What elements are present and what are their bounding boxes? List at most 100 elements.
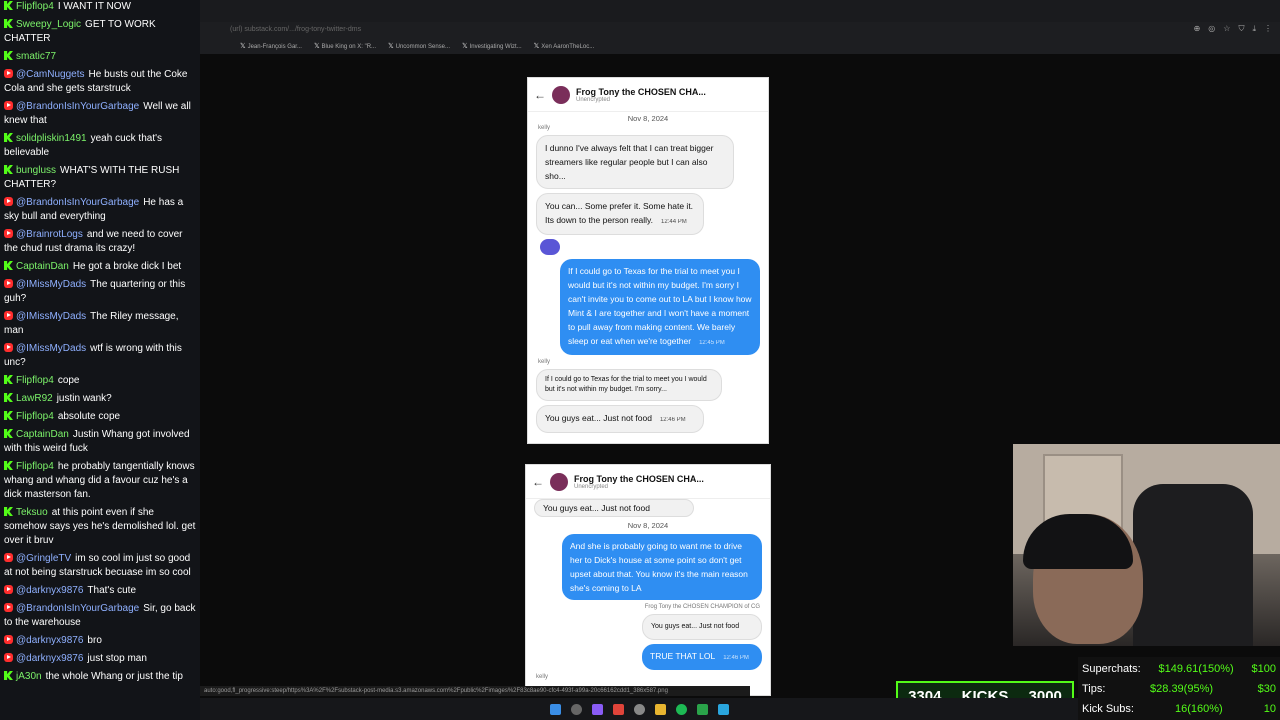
browser-status-url: auto:good,fl_progressive:steep/https%3A%… [200, 686, 750, 696]
message-time: 12:45 PM [699, 340, 725, 346]
browser-tab-bar[interactable] [200, 0, 1280, 22]
chat-username[interactable]: @BrandonIsInYourGarbage [16, 101, 139, 112]
chat-message: @CamNuggets He busts out the Coke Cola an… [4, 68, 196, 96]
dm-sender: kelly [538, 125, 551, 131]
chat-username[interactable]: CaptainDan [16, 429, 69, 440]
chat-message: @darknyx9876 That's cute [4, 584, 196, 598]
message-bubble: I dunno I've always felt that I can trea… [536, 135, 734, 189]
chat-message: jA30n the whole Whang or just the tip [4, 670, 196, 684]
app-icon[interactable] [591, 703, 603, 715]
youtube-icon [4, 101, 13, 110]
chat-text: justin wank? [56, 393, 112, 404]
superchats-label: Superchats: [1082, 663, 1141, 675]
chat-username[interactable]: @CamNuggets [16, 69, 85, 80]
chat-message: @BrandonIsInYourGarbage He has a sky bull… [4, 196, 196, 224]
spotify-icon[interactable] [675, 703, 687, 715]
back-arrow-icon[interactable]: ← [532, 475, 550, 489]
bookmark-item[interactable]: Jean-François Gar... [240, 42, 302, 50]
chat-username[interactable]: @darknyx9876 [16, 653, 83, 664]
bookmark-item[interactable]: Blue King on X: "R... [314, 42, 377, 50]
tips-goal: $30 [1257, 683, 1276, 695]
windows-start-icon[interactable] [549, 703, 561, 715]
chat-username[interactable]: @BrandonIsInYourGarbage [16, 603, 139, 614]
kick-icon [4, 51, 13, 60]
folder-icon[interactable] [654, 703, 666, 715]
dm-contact-name: Frog Tony the CHOSEN CHA... [574, 473, 704, 484]
telegram-icon[interactable] [717, 703, 729, 715]
chat-message: bungluss WHAT'S WITH THE RUSH CHATTER? [4, 164, 196, 192]
chat-username[interactable]: bungluss [16, 165, 56, 176]
dm-header: ← Frog Tony the CHOSEN CHA... Unencrypte… [526, 465, 770, 499]
tips-value: $28.39(95%) [1150, 683, 1214, 695]
chat-text: bro [87, 635, 102, 646]
chat-username[interactable]: @darknyx9876 [16, 585, 83, 596]
avatar [550, 472, 568, 491]
chat-username[interactable]: Flipflop4 [16, 375, 54, 386]
menu-icon[interactable]: ⋮ [1264, 24, 1272, 34]
dm-sender: kelly [536, 674, 549, 680]
xbox-icon[interactable] [696, 703, 708, 715]
message-bubble: You guys eat... Just not food 12:46 PM [536, 405, 704, 433]
zoom-icon[interactable]: ⊕ [1194, 24, 1201, 34]
kick-icon [4, 375, 13, 384]
chat-message: LawR92 justin wank? [4, 392, 196, 406]
chat-username[interactable]: CaptainDan [16, 261, 69, 272]
star-icon[interactable]: ☆ [1223, 24, 1230, 34]
chat-username[interactable]: Sweepy_Logic [16, 19, 81, 30]
message-text: If I could go to Texas for the trial to … [568, 266, 752, 346]
kick-icon [4, 133, 13, 142]
chat-username[interactable]: Flipflop4 [16, 411, 54, 422]
superchats-row: Superchats: $149.61(150%) $100 [1082, 659, 1276, 679]
extension-icon[interactable]: ◎ [1208, 24, 1215, 34]
kick-icon [4, 19, 13, 28]
youtube-icon [4, 311, 13, 320]
reply-quote: You guys eat... Just not food [642, 614, 762, 640]
message-bubble: And she is probably going to want me to … [562, 534, 762, 600]
message-text: TRUE THAT LOL [650, 651, 716, 661]
bookmark-item[interactable]: Xen AaronTheLoc... [534, 42, 594, 50]
cam-chair [1133, 484, 1253, 646]
chat-username[interactable]: @BrainrotLogs [16, 229, 83, 240]
chat-username[interactable]: @BrandonIsInYourGarbage [16, 197, 139, 208]
webcam-feed [1013, 444, 1280, 646]
kick-icon [4, 1, 13, 10]
chat-message: Sweepy_Logic GET TO WORK CHATTER [4, 18, 196, 46]
chat-username[interactable]: Teksuo [16, 507, 48, 518]
chat-username[interactable]: jA30n [16, 671, 42, 682]
superchats-value: $149.61(150%) [1158, 663, 1234, 675]
download-icon[interactable]: ⤓ [1252, 24, 1256, 34]
chat-username[interactable]: Flipflop4 [16, 1, 54, 12]
chat-username[interactable]: @IMissMyDads [16, 311, 86, 322]
message-text: You guys eat... Just not food [545, 413, 652, 423]
chat-username[interactable]: LawR92 [16, 393, 53, 404]
kick-icon [4, 393, 13, 402]
chat-username[interactable]: Flipflop4 [16, 461, 54, 472]
chat-username[interactable]: @IMissMyDads [16, 279, 86, 290]
chat-username[interactable]: smatic77 [16, 51, 56, 62]
bookmarks-bar: Jean-François Gar... Blue King on X: "R.… [200, 38, 1280, 54]
bookmark-item[interactable]: Investigating Wizt... [462, 42, 522, 50]
browser-icon[interactable] [612, 703, 624, 715]
chat-text: absolute cope [57, 411, 121, 422]
search-icon[interactable] [570, 703, 582, 715]
back-arrow-icon[interactable]: ← [534, 88, 552, 102]
chat-message: CaptainDan Justin Whang got involved with… [4, 428, 196, 456]
chat-message: @IMissMyDads The quartering or this guh? [4, 278, 196, 306]
chat-username[interactable]: solidpliskin1491 [16, 133, 87, 144]
message-bubble: You can... Some prefer it. Some hate it.… [536, 193, 704, 235]
chat-text: the whole Whang or just the tip [45, 671, 183, 682]
address-bar[interactable]: (url) substack.com/.../frog-tony-twitter… [200, 22, 1280, 38]
reply-reference: Frog Tony the CHOSEN CHAMPION of CG [644, 604, 760, 610]
chat-message: @GringleTV im so cool im just so good at … [4, 552, 196, 580]
bookmark-item[interactable]: Uncommon Sense... [388, 42, 450, 50]
chat-text: just stop man [87, 653, 147, 664]
dm-screenshot-2: ← Frog Tony the CHOSEN CHA... Unencrypte… [525, 464, 771, 696]
youtube-icon [4, 635, 13, 644]
chat-message: @BrandonIsInYourGarbage Sir, go back to t… [4, 602, 196, 630]
shield-icon[interactable]: ⛉ [1238, 24, 1244, 34]
chat-username[interactable]: @IMissMyDads [16, 343, 86, 354]
obs-icon[interactable] [633, 703, 645, 715]
chat-username[interactable]: @darknyx9876 [16, 635, 83, 646]
taskbar [200, 698, 1078, 720]
chat-username[interactable]: @GringleTV [16, 553, 71, 564]
